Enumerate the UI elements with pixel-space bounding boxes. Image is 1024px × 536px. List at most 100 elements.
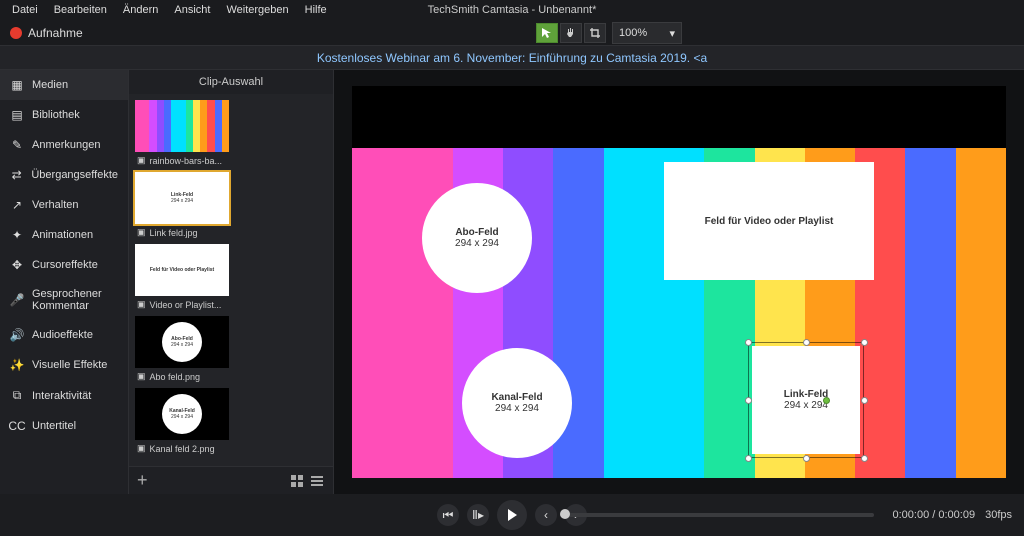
sidebar-item-animationen[interactable]: ✦ Animationen [0,220,128,250]
sidebar-icon: ▦ [10,78,24,92]
media-thumb[interactable]: Feld für Video oder Playlist▣Video or Pl… [135,244,229,310]
pan-tool[interactable] [560,23,582,43]
playback-info: 0:00:00 / 0:00:09 30fps [893,509,1013,521]
bin-grid: ▣rainbow-bars-ba...Link-Feld294 x 294▣Li… [129,94,333,460]
thumb-name: Abo feld.png [150,372,201,382]
overlay-title: Link-Feld [784,389,828,400]
menu-bearbeiten[interactable]: Bearbeiten [46,2,115,18]
add-media-button[interactable]: + [137,470,148,491]
link-feld-overlay[interactable]: Link-Feld 294 x 294 [752,346,860,454]
zoom-value: 100% [619,27,647,39]
sidebar-icon: 🎤 [10,293,24,307]
sidebar-item-label: Medien [32,79,68,91]
overlay-title: Kanal-Feld [491,392,542,403]
sidebar-icon: ✨ [10,358,24,372]
overlay-dim: 294 x 294 [784,400,828,411]
hand-icon [565,27,577,39]
menu-datei[interactable]: Datei [4,2,46,18]
step-back-button[interactable]: Ⅱ▸ [467,504,489,526]
playback-bar: ⏮ Ⅱ▸ ‹ › 0:00:00 / 0:00:09 30fps [0,494,1024,536]
sidebar-icon: 🔊 [10,328,24,342]
menu-aendern[interactable]: Ändern [115,2,166,18]
sidebar-item-interaktivität[interactable]: ⧉Interaktivität [0,380,128,411]
image-icon: ▣ [137,299,146,310]
select-tool[interactable] [536,23,558,43]
sidebar-item-verhalten[interactable]: ↗Verhalten [0,190,128,220]
list-icon [311,475,323,487]
sidebar-item-label: Übergangseffekte [31,169,118,181]
tool-sidebar: ▦ Medien ▤Bibliothek ✎ Anmerkungen ⇄ Übergangs… [0,70,128,494]
time-scrubber[interactable] [560,513,874,517]
media-thumb[interactable]: Link-Feld294 x 294▣Link feld.jpg [135,172,229,238]
record-label: Aufnahme [28,26,83,40]
crop-tool[interactable] [584,23,606,43]
kanal-feld-overlay[interactable]: Kanal-Feld 294 x 294 [462,348,572,458]
record-icon [10,27,22,39]
time-display: 0:00:00 / 0:00:09 [893,509,976,521]
bin-header: Clip-Auswahl [129,70,333,94]
menu-ansicht[interactable]: Ansicht [166,2,218,18]
canvas-area: Abo-Feld 294 x 294 Kanal-Feld 294 x 294 … [334,70,1024,494]
sidebar-item-audioeffekte[interactable]: 🔊 Audioeffekte [0,320,128,350]
play-icon [505,508,519,522]
promo-banner[interactable]: Kostenloses Webinar am 6. November: Einf… [0,46,1024,70]
sidebar-item-cursoreffekte[interactable]: ✥ Cursoreffekte [0,250,128,280]
canvas-tools: 100% ▾ [536,22,682,44]
sidebar-item-label: Audioeffekte [32,329,93,341]
media-thumb[interactable]: Abo-Feld294 x 294▣Abo feld.png [135,316,229,382]
bin-footer: + [129,466,333,494]
top-row: Aufnahme 100% ▾ [0,20,1024,46]
video-feld-overlay[interactable]: Feld für Video oder Playlist [664,162,874,280]
sidebar-item-visuelle-effekte[interactable]: ✨ Visuelle Effekte [0,350,128,380]
abo-feld-overlay[interactable]: Abo-Feld 294 x 294 [422,183,532,293]
image-icon: ▣ [137,227,146,238]
zoom-select[interactable]: 100% ▾ [612,22,682,44]
overlay-title: Feld für Video oder Playlist [705,216,834,227]
sidebar-item-label: Animationen [32,229,93,241]
menu-hilfe[interactable]: Hilfe [297,2,335,18]
overlay-dim: 294 x 294 [495,403,539,414]
prev-marker-button[interactable]: ‹ [535,504,557,526]
media-thumb[interactable]: Kanal-Feld294 x 294▣Kanal feld 2.png [135,388,229,454]
sidebar-icon: ▤ [10,108,24,122]
fps-display: 30fps [985,509,1012,521]
canvas[interactable]: Abo-Feld 294 x 294 Kanal-Feld 294 x 294 … [352,148,1006,478]
scrubber-head[interactable] [560,509,570,519]
play-button[interactable] [497,500,527,530]
sidebar-icon: CC [10,419,24,433]
main-area: ▦ Medien ▤Bibliothek ✎ Anmerkungen ⇄ Übergangs… [0,70,1024,494]
sidebar-item-bibliothek[interactable]: ▤Bibliothek [0,100,128,130]
sidebar-item-gesprochener-kommentar[interactable]: 🎤 Gesprochener Kommentar [0,280,128,320]
list-view-button[interactable] [309,473,325,489]
grid-icon [291,475,303,487]
sidebar-item-untertitel[interactable]: CC Untertitel [0,411,128,441]
record-button[interactable]: Aufnahme [0,26,93,40]
media-thumb[interactable]: ▣rainbow-bars-ba... [135,100,229,166]
overlay-title: Abo-Feld [455,227,498,238]
sidebar-item-label: Interaktivität [32,390,91,402]
sidebar-item-label: Gesprochener Kommentar [32,288,118,312]
image-icon: ▣ [137,155,146,166]
sidebar-item-label: Visuelle Effekte [32,359,107,371]
sidebar-item-label: Untertitel [32,420,76,432]
sidebar-icon: ✎ [10,138,24,152]
canvas-outer: Abo-Feld 294 x 294 Kanal-Feld 294 x 294 … [352,86,1006,478]
image-icon: ▣ [137,371,146,382]
prev-clip-button[interactable]: ⏮ [437,504,459,526]
chevron-down-icon: ▾ [669,27,675,40]
sidebar-item-anmerkungen[interactable]: ✎ Anmerkungen [0,130,128,160]
grid-view-button[interactable] [289,473,305,489]
sidebar-item-label: Cursoreffekte [32,259,98,271]
crop-icon [589,27,601,39]
sidebar-icon: ✦ [10,228,24,242]
thumb-name: Video or Playlist... [150,300,222,310]
media-bin: Clip-Auswahl ▣rainbow-bars-ba...Link-Fel… [128,70,334,494]
sidebar-icon: ↗ [10,198,24,212]
sidebar-icon: ✥ [10,258,24,272]
sidebar-item-medien[interactable]: ▦ Medien [0,70,128,100]
thumb-name: Link feld.jpg [150,228,198,238]
sidebar-item-übergangseffekte[interactable]: ⇄ Übergangseffekte [0,160,128,190]
sidebar-icon: ⇄ [10,168,23,182]
sidebar-item-label: Anmerkungen [32,139,101,151]
menu-weitergeben[interactable]: Weitergeben [218,2,296,18]
